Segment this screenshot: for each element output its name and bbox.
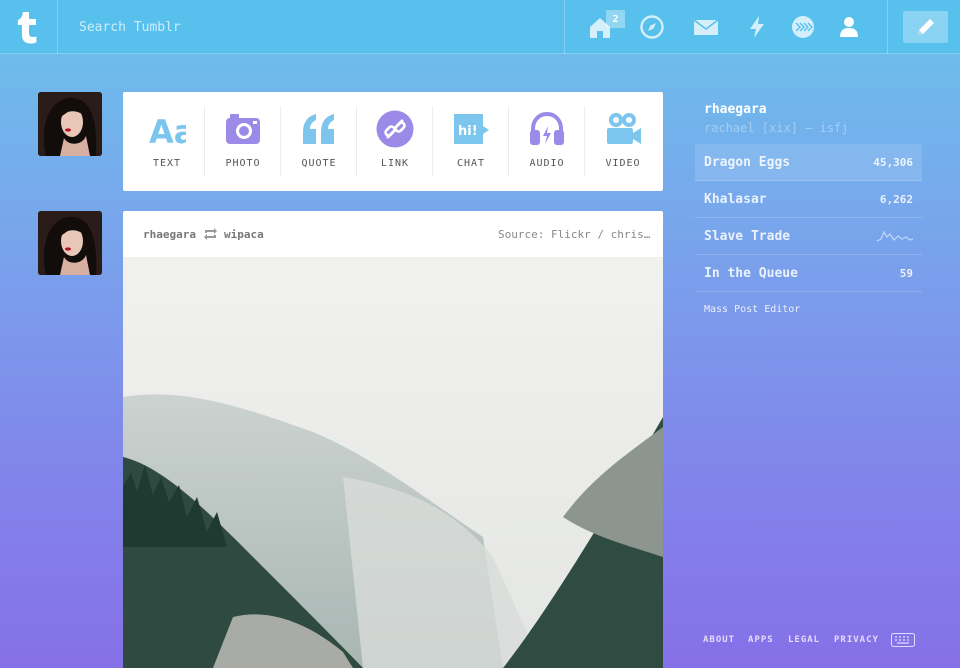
blog-subtitle: rachael [xix] — isfj: [704, 121, 849, 135]
quote-icon: [303, 114, 334, 144]
sidebar-item-count: 6,262: [879, 193, 913, 206]
post-type-chat[interactable]: hi! CHAT: [433, 92, 509, 191]
post-type-audio[interactable]: AUDIO: [509, 92, 585, 191]
avatar-image: [38, 211, 102, 275]
sidebar-item-activity[interactable]: Slave Trade: [695, 218, 922, 255]
post-type-label: VIDEO: [605, 158, 641, 169]
headphones-icon: [530, 111, 564, 145]
reblog-icon: [204, 228, 217, 240]
sidebar-item-label: Dragon Eggs: [704, 155, 791, 170]
blog-name[interactable]: rhaegara: [704, 102, 767, 117]
search-input[interactable]: [79, 19, 564, 35]
tumblr-logo[interactable]: [0, 0, 58, 54]
post-type-link[interactable]: LINK: [357, 92, 433, 191]
footer-link-legal[interactable]: LEGAL: [788, 635, 820, 645]
post-type-text[interactable]: Aa TEXT: [129, 92, 205, 191]
post-author-avatar[interactable]: [38, 211, 102, 275]
footer-link-privacy[interactable]: PRIVACY: [834, 635, 879, 645]
search-bar[interactable]: [59, 0, 564, 54]
post-type-label: LINK: [380, 158, 410, 169]
text-icon: Aa: [149, 113, 186, 148]
staff-icon[interactable]: [790, 14, 816, 40]
top-nav-bar: 2: [0, 0, 960, 54]
sidebar-item-label: Khalasar: [704, 192, 767, 207]
video-camera-icon: [607, 113, 641, 144]
post-type-label: TEXT: [152, 158, 182, 169]
post-type-quote[interactable]: QUOTE: [281, 92, 357, 191]
tumblr-logo-icon: [17, 12, 36, 44]
post-type-label: PHOTO: [225, 158, 261, 169]
sidebar-item-count: 45,306: [873, 156, 913, 169]
svg-text:Aa: Aa: [149, 113, 186, 148]
pencil-icon: [917, 19, 934, 35]
svg-text:hi!: hi!: [458, 124, 478, 139]
compose-button[interactable]: [903, 11, 948, 43]
mass-post-editor-link[interactable]: Mass Post Editor: [704, 304, 800, 315]
sidebar-item-followers[interactable]: Khalasar 6,262: [695, 181, 922, 218]
camera-icon: [226, 114, 260, 144]
post-author-link[interactable]: rhaegara: [143, 228, 196, 241]
post-type-photo[interactable]: PHOTO: [205, 92, 281, 191]
avatar-image: [38, 92, 102, 156]
post-type-label: AUDIO: [529, 158, 565, 169]
post-photo[interactable]: [123, 257, 663, 668]
post-type-video[interactable]: VIDEO: [585, 92, 661, 191]
footer-link-about[interactable]: ABOUT: [703, 635, 735, 645]
post-type-label: CHAT: [456, 158, 486, 169]
sidebar-item-posts[interactable]: Dragon Eggs 45,306: [695, 144, 922, 181]
link-icon: [376, 110, 414, 148]
user-avatar[interactable]: [38, 92, 102, 156]
account-icon[interactable]: [836, 14, 862, 40]
sidebar-item-count: 59: [899, 267, 913, 280]
chat-icon: hi!: [454, 114, 489, 144]
activity-sparkline-icon: [876, 230, 914, 242]
sidebar-item-label: Slave Trade: [704, 229, 791, 244]
sidebar-item-label: In the Queue: [704, 266, 798, 281]
post-type-bar: Aa TEXT PHOTO QUOTE LINK hi! CHAT AUDIO …: [123, 92, 663, 191]
compass-icon[interactable]: [639, 14, 665, 40]
lightning-icon[interactable]: [744, 14, 770, 40]
footer-link-apps[interactable]: APPS: [748, 635, 774, 645]
reblogged-from-link[interactable]: wipaca: [224, 228, 264, 241]
post-card: rhaegara wipaca Source: Flickr / chris…: [123, 211, 663, 668]
post-header: rhaegara wipaca Source: Flickr / chris…: [123, 211, 663, 257]
post-source-link[interactable]: Source: Flickr / chris…: [498, 228, 650, 241]
mail-icon[interactable]: [693, 14, 719, 40]
keyboard-icon[interactable]: [891, 633, 915, 647]
notification-badge[interactable]: 2: [606, 10, 625, 28]
sidebar-item-queue[interactable]: In the Queue 59: [695, 255, 922, 292]
post-type-label: QUOTE: [301, 158, 337, 169]
